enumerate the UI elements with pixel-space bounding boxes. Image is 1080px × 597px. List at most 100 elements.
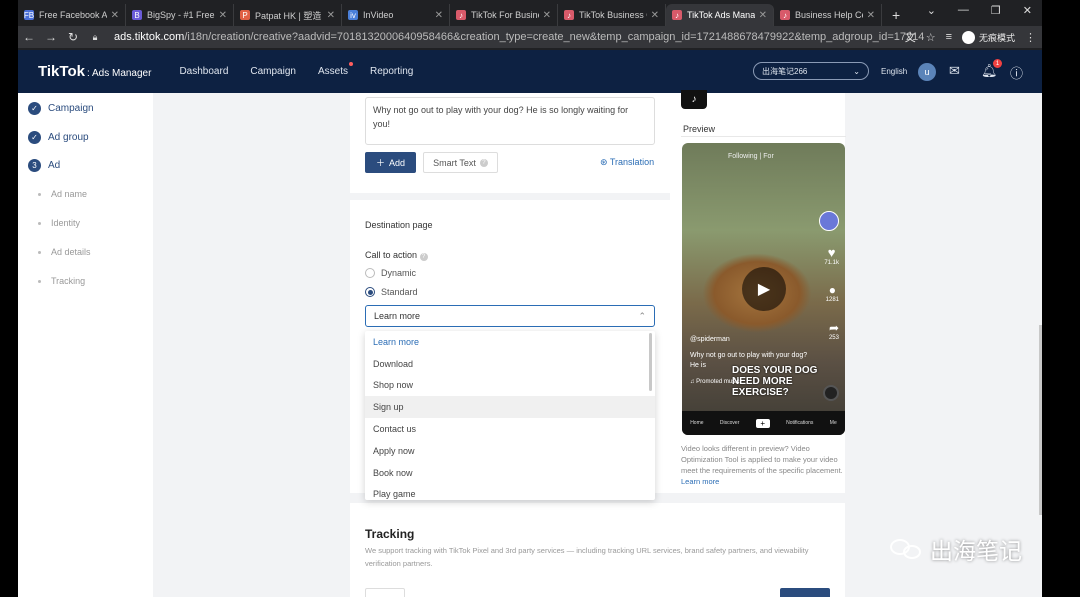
reading-list-icon[interactable]: ≡: [946, 31, 952, 43]
step-campaign[interactable]: ✓ Campaign: [28, 102, 94, 115]
creation-steps: ✓ Campaign ✓ Ad group 3 Ad Ad name Identity…: [18, 93, 153, 597]
comment-icon: ● 1281: [825, 283, 839, 303]
cta-select[interactable]: Learn more ⌃: [365, 305, 655, 327]
learn-more-link[interactable]: Learn more: [681, 477, 719, 486]
incognito-indicator[interactable]: 无痕模式: [961, 30, 1015, 44]
help-circle-icon: ?: [419, 253, 428, 261]
ad-text-input[interactable]: Why not go out to play with your dog? He…: [365, 97, 655, 145]
tab-search-icon[interactable]: ⌄: [927, 4, 936, 17]
avatar[interactable]: u: [918, 63, 936, 81]
smart-text-button[interactable]: Smart Text?: [423, 152, 498, 173]
feed-tabs: Following | For: [728, 153, 774, 160]
phone-bottom-nav: Home Discover + Notifications Me: [682, 411, 845, 435]
close-tab-icon[interactable]: ✕: [543, 10, 551, 21]
preview-divider: [681, 136, 846, 137]
translate-icon: ⊛: [600, 157, 610, 167]
step-label: Campaign: [48, 103, 94, 114]
discover-icon: Discover: [720, 420, 739, 426]
submit-button[interactable]: [780, 588, 830, 597]
favicon-icon: B: [132, 10, 142, 20]
minimize-icon[interactable]: —: [958, 4, 969, 17]
language-switch[interactable]: English: [881, 67, 907, 76]
close-tab-icon[interactable]: ✕: [435, 10, 443, 21]
close-window-icon[interactable]: ✕: [1023, 4, 1032, 17]
browser-tab[interactable]: ♪ TikTok Business C ✕: [558, 4, 666, 26]
close-tab-icon[interactable]: ✕: [111, 10, 119, 21]
browser-tab[interactable]: ♪ TikTok For Busine ✕: [450, 4, 558, 26]
translation-link[interactable]: ⊛ Translation: [600, 157, 654, 168]
kebab-menu-icon[interactable]: ⋮: [1025, 31, 1036, 44]
url-input[interactable]: ads.tiktok.com/i18n/creation/creative?aa…: [114, 31, 924, 43]
step-label: Ad group: [48, 132, 89, 143]
translate-icon[interactable]: 文: [905, 29, 916, 45]
help-icon[interactable]: ⓘ: [1010, 63, 1023, 82]
menu-dashboard[interactable]: Dashboard: [179, 66, 228, 77]
cta-option[interactable]: Play game: [365, 484, 655, 500]
cta-selected-value: Learn more: [374, 311, 421, 321]
browser-tab[interactable]: FB Free Facebook Ad ✕: [18, 4, 126, 26]
nav-label: Discover: [719, 420, 740, 426]
tiktok-ads-logo[interactable]: TikTok: Ads Manager: [38, 63, 151, 80]
add-button[interactable]: ＋ Add: [365, 152, 416, 173]
preview-username: @spiderman: [690, 336, 730, 343]
cta-option[interactable]: Shop now: [365, 375, 655, 397]
play-icon[interactable]: ▶: [742, 267, 786, 311]
close-tab-icon[interactable]: ✕: [219, 10, 227, 21]
cta-label-text: Call to action: [365, 250, 418, 260]
reload-icon[interactable]: ↻: [62, 30, 84, 44]
substep-ad-name[interactable]: Ad name: [38, 189, 87, 199]
substep-tracking[interactable]: Tracking: [38, 276, 85, 286]
account-selector[interactable]: 出海笔记266 ⌄: [753, 62, 869, 80]
substep-ad-details[interactable]: Ad details: [38, 247, 91, 257]
radio-dynamic[interactable]: Dynamic: [365, 268, 416, 278]
new-tab-icon[interactable]: +: [882, 7, 910, 23]
page-scrollbar[interactable]: [1039, 325, 1042, 515]
watermark: 出海笔记: [890, 532, 1022, 566]
tiktok-placement-icon[interactable]: ♪: [681, 90, 707, 109]
close-tab-icon[interactable]: ✕: [651, 10, 659, 21]
step-ad-group[interactable]: ✓ Ad group: [28, 131, 89, 144]
browser-tab[interactable]: B BigSpy - #1 Free ✕: [126, 4, 234, 26]
browser-tab[interactable]: P Patpat HK | 塑造 ✕: [234, 4, 342, 26]
dropdown-scrollbar[interactable]: [649, 333, 652, 391]
favicon-icon: P: [240, 10, 250, 20]
cta-option[interactable]: Contact us: [365, 418, 655, 440]
close-tab-icon[interactable]: ✕: [759, 10, 767, 21]
radio-circle: [365, 268, 375, 278]
close-tab-icon[interactable]: ✕: [867, 10, 875, 21]
cta-option[interactable]: Learn more: [365, 331, 655, 353]
cta-option[interactable]: Download: [365, 353, 655, 375]
star-icon[interactable]: ☆: [926, 31, 936, 44]
profile-icon: Me: [830, 420, 837, 426]
preview-note: Video looks different in preview? Video …: [681, 443, 849, 487]
browser-tab[interactable]: ♪ Business Help Ce ✕: [774, 4, 882, 26]
incognito-icon: [961, 30, 975, 44]
back-button[interactable]: [365, 588, 405, 597]
favicon-icon: ♪: [780, 10, 790, 20]
cta-option[interactable]: Apply now: [365, 440, 655, 462]
add-label: Add: [389, 157, 406, 168]
restore-icon[interactable]: ❐: [991, 4, 1001, 17]
destination-title: Destination page: [365, 220, 433, 230]
nav-label: Notifications: [786, 420, 814, 426]
menu-assets[interactable]: Assets: [318, 62, 353, 77]
radio-standard[interactable]: Standard: [365, 287, 418, 297]
browser-tab[interactable]: ♪ TikTok Ads Mana ✕: [666, 4, 774, 26]
substep-identity[interactable]: Identity: [38, 218, 80, 228]
inbox-icon[interactable]: ✉: [949, 63, 960, 79]
cta-option[interactable]: Book now: [365, 462, 655, 484]
close-tab-icon[interactable]: ✕: [327, 10, 335, 21]
preview-note-text: Video looks different in preview? Video …: [681, 444, 843, 475]
forward-icon[interactable]: →: [40, 30, 62, 44]
new-dot: [348, 62, 353, 66]
menu-reporting[interactable]: Reporting: [370, 66, 413, 77]
radio-circle-selected: [365, 287, 375, 297]
video-preview[interactable]: Following | For ♥ 71.1k ● 1281 ➦ 253 ▶ @spi…: [682, 143, 845, 435]
address-bar-actions: 文 ☆ ≡ 无痕模式 ⋮: [905, 29, 1036, 45]
menu-campaign[interactable]: Campaign: [250, 66, 296, 77]
nav-label: Home: [690, 420, 704, 426]
step-ad[interactable]: 3 Ad: [28, 159, 60, 172]
cta-option[interactable]: Sign up: [365, 396, 655, 419]
browser-tab[interactable]: iv InVideo ✕: [342, 4, 450, 26]
back-icon[interactable]: ←: [18, 30, 40, 44]
